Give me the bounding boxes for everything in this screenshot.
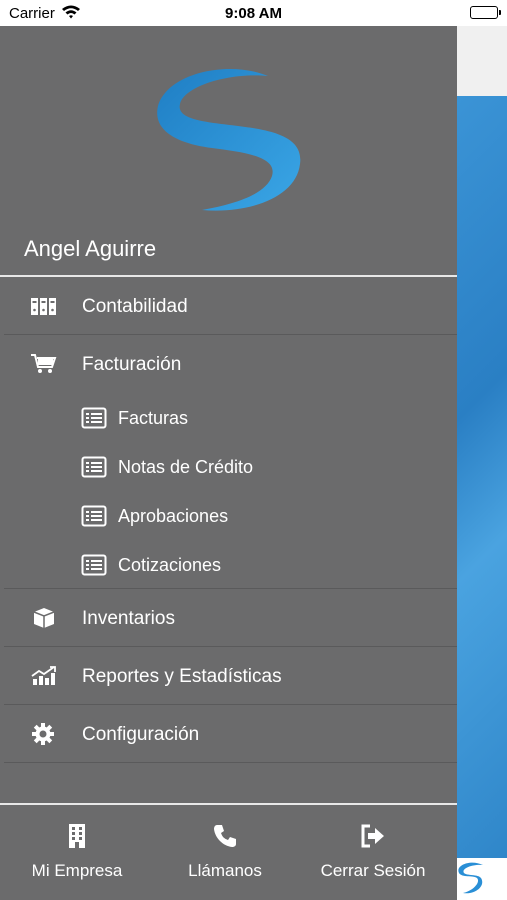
menu-item-label: Reportes y Estadísticas bbox=[82, 666, 282, 687]
battery-icon bbox=[470, 6, 501, 19]
llamanos-button[interactable]: Llámanos bbox=[170, 805, 280, 900]
mi-empresa-label: Mi Empresa bbox=[31, 861, 123, 880]
submenu-item-label: Notas de Crédito bbox=[118, 457, 254, 477]
box-icon bbox=[30, 607, 58, 629]
clock: 9:08 AM bbox=[225, 5, 282, 22]
mi-empresa-button[interactable]: Mi Empresa bbox=[22, 805, 132, 900]
background-app[interactable] bbox=[457, 26, 507, 900]
chart-icon bbox=[30, 665, 58, 687]
company-logo bbox=[150, 64, 305, 214]
menu-item-reportes-estadisticas[interactable]: Reportes y Estadísticas bbox=[0, 647, 457, 705]
menu-item-label: Contabilidad bbox=[82, 296, 188, 317]
background-footer bbox=[457, 858, 507, 900]
submenu-item-facturas[interactable]: Facturas bbox=[0, 394, 457, 443]
list-icon bbox=[81, 505, 107, 527]
background-banner bbox=[457, 96, 507, 858]
menu-item-label: Configuración bbox=[82, 724, 200, 745]
sign-out-icon bbox=[360, 823, 386, 849]
side-drawer: Angel Aguirre Contabilidad Facturación F… bbox=[0, 26, 457, 900]
gear-icon bbox=[30, 723, 58, 745]
llamanos-label: Llámanos bbox=[188, 861, 262, 880]
submenu-item-cotizaciones[interactable]: Cotizaciones bbox=[0, 541, 457, 590]
list-icon bbox=[81, 456, 107, 478]
building-icon bbox=[64, 823, 90, 849]
divider bbox=[4, 762, 457, 763]
cerrar-sesion-label: Cerrar Sesión bbox=[320, 861, 426, 880]
phone-icon bbox=[212, 823, 238, 849]
user-name: Angel Aguirre bbox=[24, 236, 157, 261]
bottom-action-bar: Mi Empresa Llámanos Cerrar Sesión bbox=[0, 805, 457, 900]
shopping-cart-icon bbox=[30, 353, 58, 375]
menu-item-label: Facturación bbox=[82, 354, 182, 375]
cerrar-sesion-button[interactable]: Cerrar Sesión bbox=[312, 805, 434, 900]
menu-item-label: Inventarios bbox=[82, 608, 175, 629]
submenu-item-label: Aprobaciones bbox=[118, 506, 229, 526]
list-icon bbox=[81, 407, 107, 429]
submenu-item-aprobaciones[interactable]: Aprobaciones bbox=[0, 492, 457, 541]
menu-item-facturacion[interactable]: Facturación bbox=[0, 335, 457, 393]
status-bar: Carrier 9:08 AM bbox=[0, 0, 507, 26]
submenu-item-notas-de-credito[interactable]: Notas de Crédito bbox=[0, 443, 457, 492]
archive-binders-icon bbox=[30, 295, 58, 317]
menu-item-contabilidad[interactable]: Contabilidad bbox=[0, 277, 457, 335]
menu-item-configuracion[interactable]: Configuración bbox=[0, 705, 457, 763]
background-logo-icon bbox=[458, 862, 483, 894]
menu-item-inventarios[interactable]: Inventarios bbox=[0, 589, 457, 647]
submenu-item-label: Cotizaciones bbox=[118, 555, 222, 575]
submenu-item-label: Facturas bbox=[118, 408, 189, 428]
list-icon bbox=[81, 554, 107, 576]
